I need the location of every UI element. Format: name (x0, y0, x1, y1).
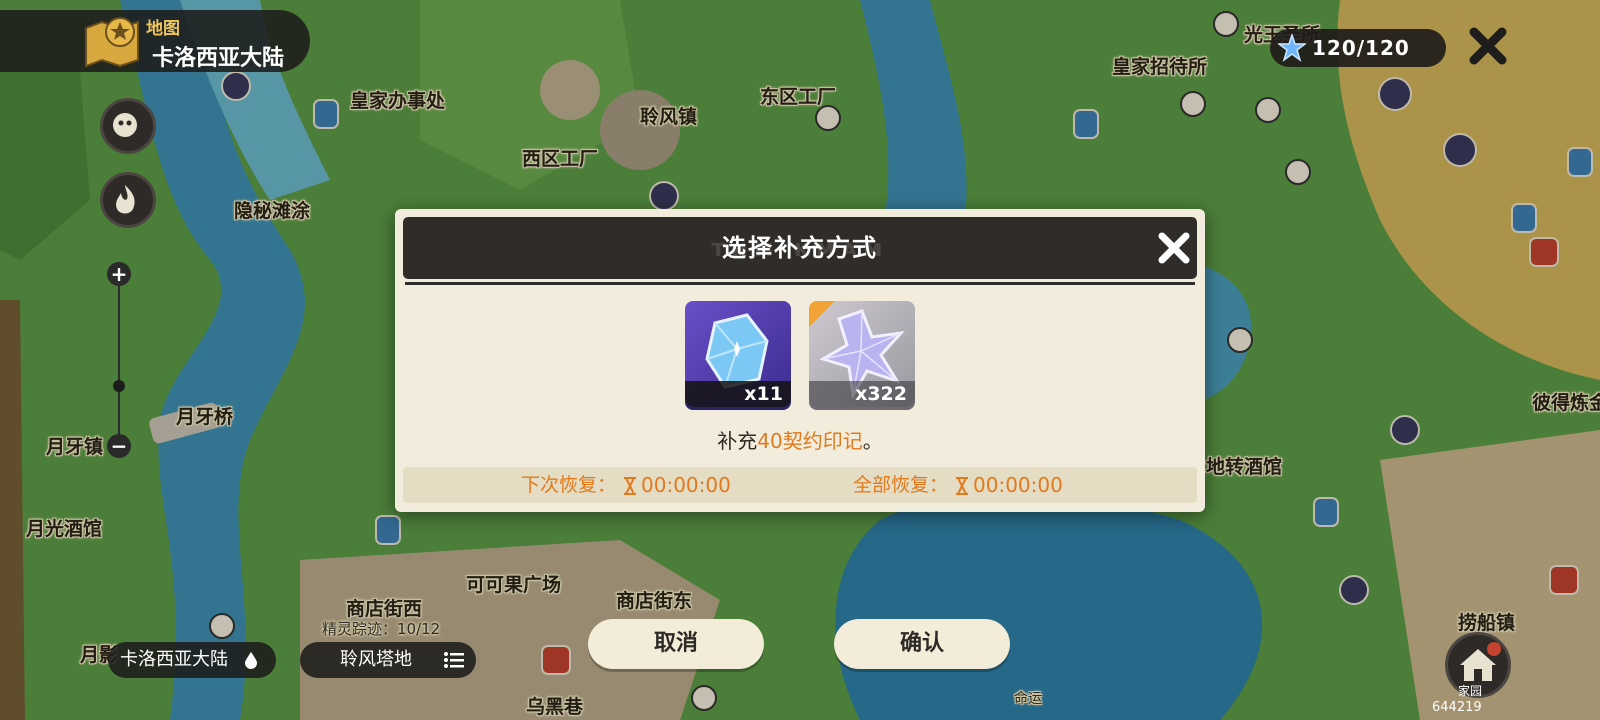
location-select-label: 聆风塔地 (340, 649, 412, 670)
refill-method-dialog: ᴛʜᴍ ᴋᴍᴀᴍ 选择补充方式 x11 x322 补充40契约印记。 下次恢复： (395, 209, 1205, 512)
creature-icon (113, 113, 137, 137)
blue-crystal-count: x11 (685, 381, 791, 407)
star-crystal-icon (1278, 34, 1306, 62)
full-recovery-time: 00:00:00 (973, 473, 1063, 497)
refill-description: 补充40契约印记。 (395, 425, 1205, 454)
zoom-out-button[interactable]: − (107, 434, 131, 458)
dialog-title: 选择补充方式 (722, 234, 878, 262)
desc-prefix: 补充 (717, 429, 758, 453)
full-recovery-label: 全部恢复： (853, 474, 949, 496)
refill-option-star-crystal[interactable]: x322 (809, 301, 915, 407)
header-divider (405, 282, 1195, 285)
spirit-trace-counter: 精灵踪迹：10/12 (322, 620, 441, 638)
next-recovery-label: 下次恢复： (521, 474, 617, 496)
dialog-header: ᴛʜᴍ ᴋᴍᴀᴍ 选择补充方式 (403, 217, 1197, 279)
location-select-button[interactable]: 聆风塔地 (300, 642, 476, 678)
map-title-label: 地图 (146, 19, 180, 39)
energy-counter[interactable]: 120/120 (1270, 29, 1446, 67)
user-id: 644219 (1432, 700, 1482, 715)
item-corner-badge (809, 301, 835, 327)
drop-marker-icon (245, 652, 257, 669)
hourglass-icon (956, 477, 968, 495)
hourglass-icon (624, 477, 636, 495)
region-select-button[interactable]: 卡洛西亚大陆 (108, 642, 276, 678)
list-icon (444, 652, 464, 668)
next-recovery-time: 00:00:00 (641, 473, 731, 497)
energy-value: 120/120 (1312, 36, 1410, 60)
current-region-title: 卡洛西亚大陆 (152, 46, 285, 71)
pet-filter-button[interactable] (100, 98, 156, 154)
flame-icon (116, 185, 135, 214)
zoom-slider-handle[interactable] (113, 380, 125, 392)
map-emblem-icon (85, 17, 139, 68)
home-label: 家园 (1458, 684, 1483, 698)
star-crystal-count: x322 (809, 381, 915, 407)
fire-filter-button[interactable] (100, 172, 156, 228)
close-map-icon[interactable] (1466, 24, 1510, 68)
close-icon[interactable] (1155, 229, 1193, 267)
zoom-in-button[interactable]: + (107, 262, 131, 286)
map-header: 地图 卡洛西亚大陆 (0, 10, 310, 72)
recovery-info-bar: 下次恢复： 00:00:00 全部恢复： 00:00:00 (403, 467, 1197, 503)
desc-suffix: 。 (862, 429, 883, 453)
refill-option-blue-crystal[interactable]: x11 (685, 301, 791, 407)
confirm-button[interactable]: 确认 (834, 619, 1010, 669)
cancel-button[interactable]: 取消 (588, 619, 764, 669)
zoom-slider-track[interactable] (118, 282, 120, 442)
desc-amount: 40契约印记 (757, 429, 863, 453)
region-select-label: 卡洛西亚大陆 (120, 649, 228, 670)
